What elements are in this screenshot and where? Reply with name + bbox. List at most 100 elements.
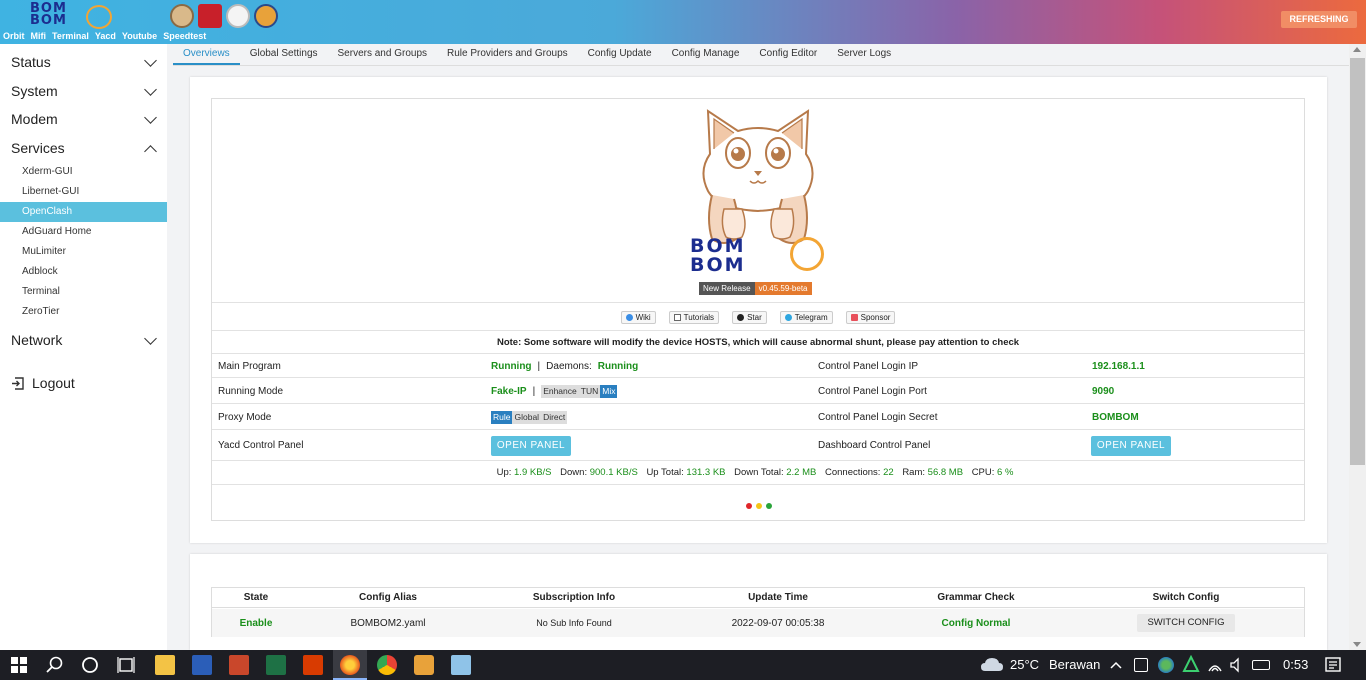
mode-mix[interactable]: Mix	[600, 384, 618, 398]
sidebar-subitem-openclash[interactable]: OpenClash	[0, 202, 167, 222]
link-speedtest[interactable]: Speedtest	[163, 31, 206, 41]
sidebar-item-modem[interactable]: Modem	[0, 105, 167, 134]
tab-config-editor[interactable]: Config Editor	[749, 45, 827, 65]
link-youtube[interactable]: Youtube	[122, 31, 157, 41]
status-row-running-mode: Running Mode Fake-IP | Enhance TUN Mix C…	[212, 379, 1304, 404]
battery-icon[interactable]	[1252, 660, 1270, 670]
link-yacd[interactable]: Yacd	[95, 31, 116, 41]
file-explorer-icon[interactable]	[155, 655, 175, 675]
sidebar-subitem-mulimiter[interactable]: MuLimiter	[0, 242, 167, 262]
chevron-down-icon	[144, 332, 157, 345]
scrollbar-thumb[interactable]	[1350, 58, 1365, 465]
tab-servers-and-groups[interactable]: Servers and Groups	[328, 45, 438, 65]
tutorials-button[interactable]: Tutorials	[668, 310, 720, 324]
tab-config-manage[interactable]: Config Manage	[662, 45, 750, 65]
tab-global-settings[interactable]: Global Settings	[240, 45, 328, 65]
speedometer-shortcut-icon[interactable]	[226, 4, 250, 28]
weather-temp[interactable]: 25°C	[1010, 657, 1039, 672]
sponsor-button[interactable]: Sponsor	[845, 310, 896, 324]
robot-shortcut-icon[interactable]	[254, 4, 278, 28]
tab-divider	[173, 65, 1351, 66]
scroll-up-arrow-icon[interactable]	[1353, 47, 1361, 52]
mode-tun[interactable]: TUN	[579, 385, 600, 398]
sidebar-item-label: Modem	[11, 111, 58, 127]
tab-config-update[interactable]: Config Update	[578, 45, 662, 65]
up-label: Up:	[496, 467, 512, 478]
sidebar-subitem-adguard-home[interactable]: AdGuard Home	[0, 222, 167, 242]
powerpoint-icon[interactable]	[229, 655, 249, 675]
new-release-badge[interactable]: New Release v0.45.59-beta	[699, 282, 812, 295]
star-button[interactable]: Star	[732, 310, 767, 324]
tray-green-icon[interactable]	[1182, 655, 1200, 675]
mode-enhance[interactable]: Enhance	[541, 385, 579, 398]
wiki-icon	[625, 313, 633, 321]
proxy-rule[interactable]: Rule	[491, 410, 513, 424]
telegram-button[interactable]: Telegram	[779, 310, 833, 324]
main-program-value: Running | Daemons: Running	[491, 355, 638, 377]
scroll-down-arrow-icon[interactable]	[1353, 642, 1361, 647]
cp-port-label: Control Panel Login Port	[818, 385, 927, 397]
volume-icon[interactable]	[1229, 655, 1245, 675]
firefox-icon[interactable]	[340, 655, 360, 675]
cortana-icon[interactable]	[80, 655, 100, 675]
logout-icon	[12, 376, 24, 390]
tab-rule-providers[interactable]: Rule Providers and Groups	[437, 45, 578, 65]
sidebar-subitem-adblock[interactable]: Adblock	[0, 262, 167, 282]
link-mifi[interactable]: Mifi	[31, 31, 47, 41]
sidebar-subitem-xderm-gui[interactable]: Xderm-GUI	[0, 162, 167, 182]
clock-time[interactable]: 0:53	[1283, 657, 1308, 672]
windows-icon[interactable]	[9, 655, 29, 675]
task-view-icon[interactable]	[116, 655, 136, 675]
down-total-label: Down Total:	[734, 467, 784, 478]
sidebar-subitem-terminal[interactable]: Terminal	[0, 282, 167, 302]
cloud-weather-icon[interactable]	[980, 655, 1004, 675]
search-icon[interactable]	[45, 655, 65, 675]
tab-overviews[interactable]: Overviews	[173, 45, 240, 65]
wifi-icon[interactable]	[1207, 655, 1223, 675]
office-icon[interactable]	[303, 655, 323, 675]
running-mode-fakeip: Fake-IP	[491, 385, 527, 397]
cp-secret-label: Control Panel Login Secret	[818, 411, 938, 423]
cat-shortcut-icon[interactable]	[170, 4, 194, 28]
word-icon[interactable]	[192, 655, 212, 675]
notification-icon[interactable]	[1324, 655, 1342, 675]
app-icon[interactable]	[414, 655, 434, 675]
proxy-global[interactable]: Global	[512, 411, 541, 424]
link-terminal[interactable]: Terminal	[52, 31, 89, 41]
notepad-icon[interactable]	[451, 655, 471, 675]
refreshing-status-button[interactable]: REFRESHING	[1281, 11, 1357, 28]
bombom-logo[interactable]: BOM BOM	[30, 2, 112, 31]
excel-icon[interactable]	[266, 655, 286, 675]
logout-button[interactable]: Logout	[11, 375, 75, 391]
red-box-shortcut-icon[interactable]	[198, 4, 222, 28]
link-orbit[interactable]: Orbit	[3, 31, 25, 41]
tray-app-icon[interactable]	[1158, 657, 1174, 673]
switch-config-button[interactable]: SWITCH CONFIG	[1137, 614, 1235, 632]
status-row-proxy-mode: Proxy Mode Rule Global Direct Control Pa…	[212, 405, 1304, 430]
wiki-button[interactable]: Wiki	[620, 310, 656, 324]
sidebar-item-label: System	[11, 82, 58, 99]
sponsor-icon	[850, 313, 858, 321]
dashboard-open-panel-button[interactable]: OPEN PANEL	[1091, 435, 1171, 456]
sidebar-item-status[interactable]: Status	[0, 48, 167, 77]
yacd-open-panel-button[interactable]: OPEN PANEL	[491, 435, 571, 456]
page-scrollbar[interactable]	[1349, 44, 1366, 650]
proxy-direct[interactable]: Direct	[541, 411, 567, 424]
chrome-icon[interactable]	[377, 655, 397, 675]
sidebar-item-services[interactable]: Services	[0, 134, 167, 163]
up-total-value: 131.3 KB	[686, 467, 726, 478]
sidebar-item-system[interactable]: System	[0, 77, 167, 106]
separator: |	[537, 360, 541, 372]
chevron-up-icon[interactable]	[1110, 655, 1122, 675]
sidebar-subitem-libernet-gui[interactable]: Libernet-GUI	[0, 182, 167, 202]
sidebar-subitem-zerotier[interactable]: ZeroTier	[0, 302, 167, 322]
logo-area: BOM BOM New Release v0.45.59-beta	[212, 99, 1304, 303]
ram-value: 56.8 MB	[927, 467, 964, 478]
sidebar-item-network[interactable]: Network	[0, 326, 167, 355]
weather-text[interactable]: Berawan	[1049, 657, 1100, 672]
meet-now-icon[interactable]	[1134, 658, 1148, 672]
yellow-dot	[756, 503, 762, 509]
main-program-label: Main Program	[218, 360, 281, 372]
cell-subscription-info: No Sub Info Found	[536, 618, 612, 628]
tab-server-logs[interactable]: Server Logs	[827, 45, 901, 65]
